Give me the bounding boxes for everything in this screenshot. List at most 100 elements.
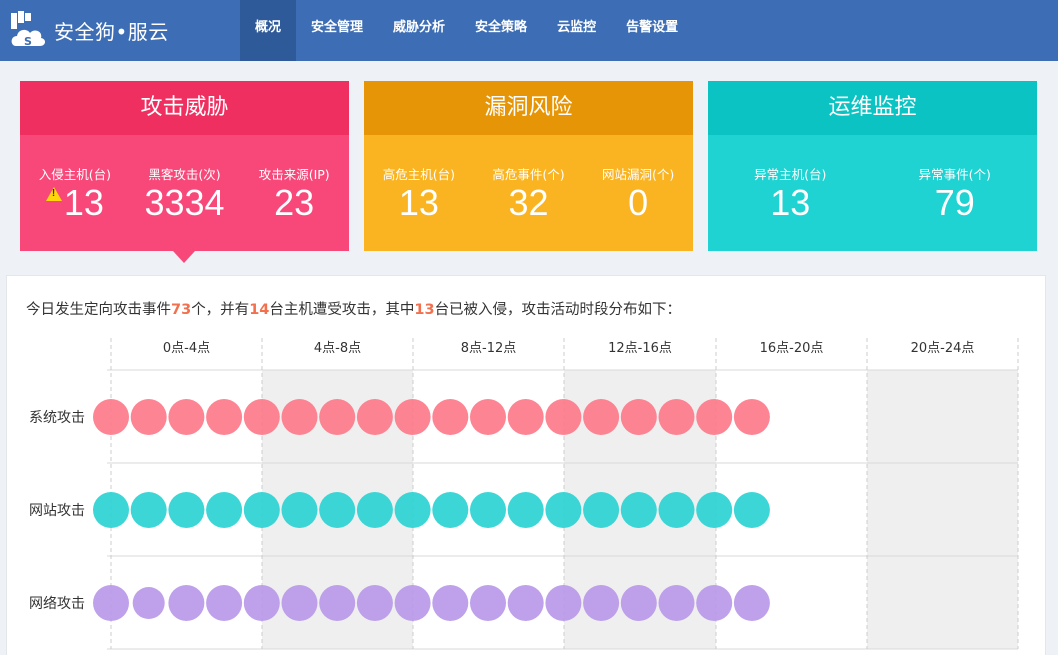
stat-value: 32 (508, 182, 549, 223)
stat-value: 13 (398, 182, 439, 223)
attack-event-dot[interactable] (130, 492, 167, 528)
nav-item-security-policy[interactable]: 安全策略 (460, 0, 542, 61)
attack-event-dot[interactable] (432, 585, 469, 621)
stat-intruded-hosts[interactable]: 入侵主机(台) ! 13 (20, 135, 130, 251)
safedog-logo-icon: S (11, 11, 46, 48)
attack-event-dot[interactable] (470, 585, 506, 621)
attack-event-dot[interactable] (620, 585, 657, 621)
attack-event-dot[interactable] (658, 585, 695, 621)
top-navigation-bar: S 安全狗•服云 概况 安全管理 威胁分析 安全策略 云监控 告警设置 (0, 0, 1058, 61)
stat-value: 23 (274, 182, 315, 223)
attack-event-dot[interactable] (658, 399, 695, 435)
attack-event-dot[interactable] (206, 399, 243, 435)
app-title: 安全狗•服云 (54, 20, 169, 44)
ops-monitoring-card[interactable]: 运维监控 异常主机(台) 13 异常事件(个) 79 (708, 81, 1037, 251)
stat-hacker-attacks[interactable]: 黑客攻击(次) 3334 (130, 135, 240, 251)
attack-event-dot[interactable] (507, 399, 544, 435)
attack-event-dot[interactable] (507, 585, 544, 621)
attack-event-dot[interactable] (696, 585, 733, 621)
stat-value: 79 (934, 182, 975, 223)
stat-value: ! 13 (20, 183, 130, 223)
attack-event-dot[interactable] (545, 399, 582, 435)
attack-event-dot[interactable] (545, 585, 582, 621)
stat-value: 3334 (144, 182, 225, 223)
nav-item-alert-settings[interactable]: 告警设置 (611, 0, 693, 61)
attack-event-dot[interactable] (206, 492, 243, 528)
vulnerability-risk-card[interactable]: 漏洞风险 高危主机(台) 13 高危事件(个) 32 网站漏洞(个) 0 (364, 81, 693, 251)
attack-event-dot[interactable] (243, 585, 280, 621)
attack-type-label: 系统攻击 (29, 410, 85, 426)
stat-website-vulnerabilities[interactable]: 网站漏洞(个) 0 (583, 135, 693, 251)
stat-label: 攻击来源(IP) (258, 167, 330, 182)
attack-event-dot[interactable] (132, 587, 165, 619)
stat-high-risk-hosts[interactable]: 高危主机(台) 13 (364, 135, 474, 251)
attack-event-dot[interactable] (168, 492, 205, 528)
attack-event-dot[interactable] (394, 399, 431, 435)
attack-event-dot[interactable] (93, 585, 129, 621)
attack-event-dot[interactable] (281, 399, 318, 435)
stat-label: 异常事件(个) (918, 167, 991, 182)
attack-event-dot[interactable] (432, 399, 469, 435)
attack-event-dot[interactable] (733, 399, 770, 435)
ops-monitoring-stats: 异常主机(台) 13 异常事件(个) 79 (708, 135, 1037, 251)
attack-event-dot[interactable] (545, 492, 582, 528)
stat-high-risk-events[interactable]: 高危事件(个) 32 (474, 135, 584, 251)
stat-attack-sources[interactable]: 攻击来源(IP) 23 (239, 135, 349, 251)
attack-event-dot[interactable] (733, 585, 770, 621)
attack-event-dot[interactable] (394, 492, 431, 528)
attack-event-dot[interactable] (583, 585, 620, 621)
attack-event-dot[interactable] (93, 399, 129, 435)
attack-event-dot[interactable] (394, 585, 431, 621)
column-shade (867, 370, 1018, 649)
attack-event-dot[interactable] (168, 585, 205, 621)
attack-event-dot[interactable] (470, 492, 506, 528)
attack-event-dot[interactable] (243, 492, 280, 528)
nav-item-threat-analysis[interactable]: 威胁分析 (378, 0, 460, 61)
attack-event-dot[interactable] (319, 399, 356, 435)
attack-event-dot[interactable] (583, 399, 620, 435)
attack-event-dot[interactable] (356, 585, 393, 621)
svg-text:S: S (24, 35, 32, 48)
stat-label: 黑客攻击(次) (148, 167, 221, 182)
attack-event-dot[interactable] (583, 492, 620, 528)
stat-value: 13 (770, 182, 811, 223)
stat-label: 网站漏洞(个) (602, 167, 675, 182)
attack-type-label: 网站攻击 (29, 503, 85, 519)
attack-event-dot[interactable] (168, 399, 205, 435)
stat-label: 异常主机(台) (754, 167, 827, 182)
time-slot-label: 20点-24点 (911, 341, 975, 356)
nav-item-overview[interactable]: 概况 (240, 0, 297, 61)
attack-time-distribution-chart: 0点-4点 4点-8点 8点-12点 12点-16点 16点-20点 20点-24点系统攻… (29, 338, 1019, 650)
time-slot-label: 4点-8点 (314, 341, 361, 356)
attack-event-dot[interactable] (696, 492, 733, 528)
attack-event-dot[interactable] (620, 492, 657, 528)
nav-item-cloud-monitor[interactable]: 云监控 (542, 0, 611, 61)
main-nav: 概况 安全管理 威胁分析 安全策略 云监控 告警设置 (240, 0, 693, 61)
attack-event-dot[interactable] (206, 585, 243, 621)
nav-item-security-management[interactable]: 安全管理 (296, 0, 378, 61)
attack-event-dot[interactable] (733, 492, 770, 528)
attack-event-dot[interactable] (243, 399, 280, 435)
attack-event-dot[interactable] (507, 492, 544, 528)
vulnerability-risk-title: 漏洞风险 (364, 81, 693, 135)
attack-event-dot[interactable] (432, 492, 469, 528)
attack-event-dot[interactable] (281, 492, 318, 528)
active-card-pointer (173, 251, 195, 263)
stat-label: 入侵主机(台) (38, 167, 111, 182)
time-slot-label: 12点-16点 (608, 341, 672, 356)
attack-event-dot[interactable] (319, 585, 356, 621)
stat-abnormal-events[interactable]: 异常事件(个) 79 (873, 135, 1038, 251)
attack-threat-title: 攻击威胁 (20, 81, 349, 135)
stat-abnormal-hosts[interactable]: 异常主机(台) 13 (708, 135, 873, 251)
attack-event-dot[interactable] (658, 492, 695, 528)
attack-event-dot[interactable] (356, 492, 393, 528)
attack-event-dot[interactable] (356, 399, 393, 435)
attack-event-dot[interactable] (620, 399, 657, 435)
attack-event-dot[interactable] (281, 585, 318, 621)
attack-event-dot[interactable] (130, 399, 167, 435)
attack-event-dot[interactable] (319, 492, 356, 528)
attack-event-dot[interactable] (696, 399, 733, 435)
attack-event-dot[interactable] (470, 399, 506, 435)
attack-threat-card[interactable]: 攻击威胁 入侵主机(台) ! 13 黑客攻击(次) 3334 攻击来源(IP) 2… (20, 81, 349, 263)
attack-event-dot[interactable] (93, 492, 129, 528)
